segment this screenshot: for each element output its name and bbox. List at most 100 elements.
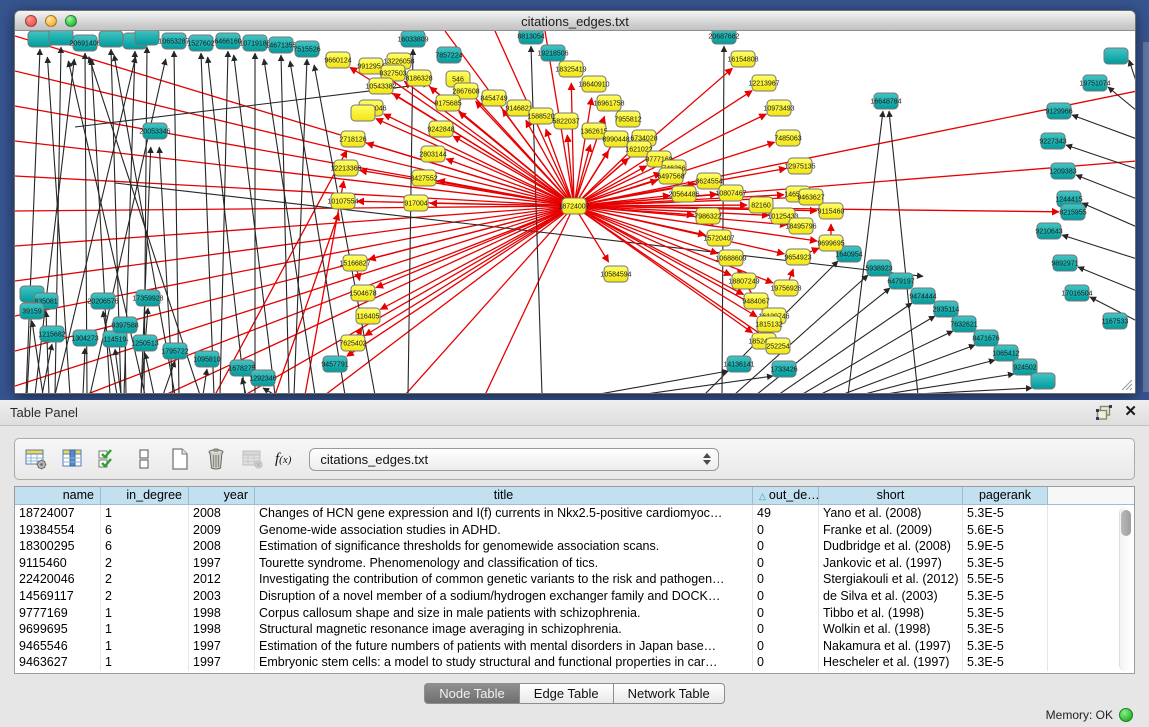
graph-node[interactable]: 19756928 xyxy=(770,280,801,296)
float-panel-icon[interactable] xyxy=(1096,405,1112,420)
table-cell[interactable]: 5.6E-5 xyxy=(963,522,1048,539)
table-cell[interactable]: Hescheler et al. (1997) xyxy=(819,654,963,671)
graph-node[interactable]: 252254 xyxy=(766,338,790,354)
graph-node[interactable] xyxy=(99,31,123,47)
graph-node[interactable]: 39159 xyxy=(20,303,44,319)
table-cell[interactable]: 18300295 xyxy=(15,538,101,555)
graph-node[interactable]: 1065412 xyxy=(992,345,1019,361)
graph-node[interactable]: 14671355 xyxy=(265,37,296,53)
table-cell[interactable]: Genome-wide association studies in ADHD. xyxy=(255,522,753,539)
column-header-out_de[interactable]: △out_de… xyxy=(753,487,819,505)
table-cell[interactable]: Embryonic stem cells: a model to study s… xyxy=(255,654,753,671)
table-cell[interactable]: 1997 xyxy=(189,555,255,572)
table-cell[interactable]: 2 xyxy=(101,571,189,588)
graph-node[interactable]: 9242848 xyxy=(427,121,454,137)
table-cell[interactable]: 0 xyxy=(753,638,819,655)
graph-node[interactable]: 12213369 xyxy=(330,160,361,176)
column-header-pagerank[interactable]: pagerank xyxy=(963,487,1048,505)
column-header-year[interactable]: year xyxy=(189,487,255,505)
delete-column-icon[interactable] xyxy=(201,446,231,472)
table-cell[interactable]: 1 xyxy=(101,638,189,655)
graph-node[interactable]: 15720407 xyxy=(703,230,734,246)
clear-selection-icon[interactable] xyxy=(129,446,159,472)
graph-node[interactable]: 9129966 xyxy=(1045,103,1072,119)
graph-node[interactable]: 9463627 xyxy=(797,189,824,205)
citation-network-graph[interactable]: 2069140610653287152760264661601071918514… xyxy=(15,31,1135,393)
table-cell[interactable]: 0 xyxy=(753,605,819,622)
table-cell[interactable]: 19384554 xyxy=(15,522,101,539)
table-cell[interactable]: 2 xyxy=(101,555,189,572)
graph-node[interactable]: 9397588 xyxy=(111,317,138,333)
table-cell[interactable]: 0 xyxy=(753,571,819,588)
graph-node[interactable]: 9484067 xyxy=(742,293,769,309)
table-cell[interactable]: Disruption of a novel member of a sodium… xyxy=(255,588,753,605)
row-selection-icon[interactable] xyxy=(93,446,123,472)
graph-node[interactable]: 10653287 xyxy=(158,33,189,49)
graph-node[interactable] xyxy=(1031,373,1055,389)
table-cell[interactable]: Yano et al. (2008) xyxy=(819,505,963,522)
graph-node[interactable]: 116405 xyxy=(356,308,380,324)
delete-table-icon[interactable] xyxy=(237,446,267,472)
table-cell[interactable]: Nakamura et al. (1997) xyxy=(819,638,963,655)
table-cell[interactable]: 1998 xyxy=(189,605,255,622)
graph-node[interactable]: 9699695 xyxy=(817,235,844,251)
table-cell[interactable]: Estimation of significance thresholds fo… xyxy=(255,538,753,555)
table-cell[interactable]: 1 xyxy=(101,621,189,638)
table-row[interactable]: 946362711997Embryonic stem cells: a mode… xyxy=(15,654,1134,671)
graph-node[interactable]: 5822037 xyxy=(552,113,579,129)
graph-node[interactable]: 8215955 xyxy=(1059,204,1086,220)
graph-node[interactable]: 7955812 xyxy=(614,111,641,127)
table-cell[interactable]: 0 xyxy=(753,538,819,555)
graph-node[interactable]: 7857224 xyxy=(435,47,462,63)
table-row[interactable]: 969969511998Structural magnetic resonanc… xyxy=(15,621,1134,638)
table-row[interactable]: 1830029562008Estimation of significance … xyxy=(15,538,1134,555)
graph-node[interactable]: 9892971 xyxy=(1051,255,1078,271)
table-cell[interactable]: 9115460 xyxy=(15,555,101,572)
table-cell[interactable]: 5.3E-5 xyxy=(963,621,1048,638)
table-cell[interactable]: 1997 xyxy=(189,638,255,655)
graph-node[interactable]: 10973493 xyxy=(763,100,794,116)
table-cell[interactable]: 0 xyxy=(753,522,819,539)
column-header-name[interactable]: name xyxy=(15,487,101,505)
graph-node[interactable]: 16961758 xyxy=(593,95,624,111)
table-cell[interactable]: 5.3E-5 xyxy=(963,555,1048,572)
table-cell[interactable]: 1998 xyxy=(189,621,255,638)
column-visibility-icon[interactable] xyxy=(57,446,87,472)
graph-node[interactable]: 10543382 xyxy=(365,78,396,94)
graph-node[interactable]: 10584594 xyxy=(600,266,631,282)
table-cell[interactable]: 5.3E-5 xyxy=(963,505,1048,522)
graph-node[interactable]: 6497568 xyxy=(657,168,684,184)
graph-node[interactable]: 6466160 xyxy=(214,33,241,49)
graph-node[interactable]: 9175685 xyxy=(434,95,461,111)
graph-node[interactable]: 16648784 xyxy=(870,93,901,109)
table-cell[interactable]: 18724007 xyxy=(15,505,101,522)
table-cell[interactable]: 14569117 xyxy=(15,588,101,605)
table-cell[interactable]: Dudbridge et al. (2008) xyxy=(819,538,963,555)
table-cell[interactable]: de Silva et al. (2003) xyxy=(819,588,963,605)
tab-node-table[interactable]: Node Table xyxy=(424,683,520,704)
table-cell[interactable]: 49 xyxy=(753,505,819,522)
table-scrollbar-thumb[interactable] xyxy=(1121,510,1131,536)
graph-node[interactable]: 18807249 xyxy=(728,273,759,289)
graph-node[interactable]: 8990448 xyxy=(602,131,629,147)
table-cell[interactable]: 9465546 xyxy=(15,638,101,655)
table-cell[interactable]: 5.9E-5 xyxy=(963,538,1048,555)
table-cell[interactable]: 2003 xyxy=(189,588,255,605)
table-cell[interactable]: 5.5E-5 xyxy=(963,571,1048,588)
graph-node[interactable]: 1250513 xyxy=(131,335,158,351)
table-row[interactable]: 1456911722003Disruption of a novel membe… xyxy=(15,588,1134,605)
table-cell[interactable]: 5.3E-5 xyxy=(963,588,1048,605)
graph-node[interactable]: 5938923 xyxy=(865,260,892,276)
table-options-icon[interactable] xyxy=(21,446,51,472)
table-cell[interactable]: 1 xyxy=(101,654,189,671)
table-cell[interactable]: 1997 xyxy=(189,654,255,671)
table-cell[interactable]: 5.3E-5 xyxy=(963,605,1048,622)
graph-node[interactable]: 1588520 xyxy=(527,108,554,124)
table-cell[interactable]: Estimation of the future numbers of pati… xyxy=(255,638,753,655)
graph-node[interactable]: 8186328 xyxy=(405,70,432,86)
table-cell[interactable]: 0 xyxy=(753,654,819,671)
table-scrollbar[interactable] xyxy=(1119,507,1132,671)
tab-edge-table[interactable]: Edge Table xyxy=(520,683,614,704)
graph-node[interactable]: 1167533 xyxy=(1102,313,1129,329)
graph-node[interactable] xyxy=(28,31,52,47)
